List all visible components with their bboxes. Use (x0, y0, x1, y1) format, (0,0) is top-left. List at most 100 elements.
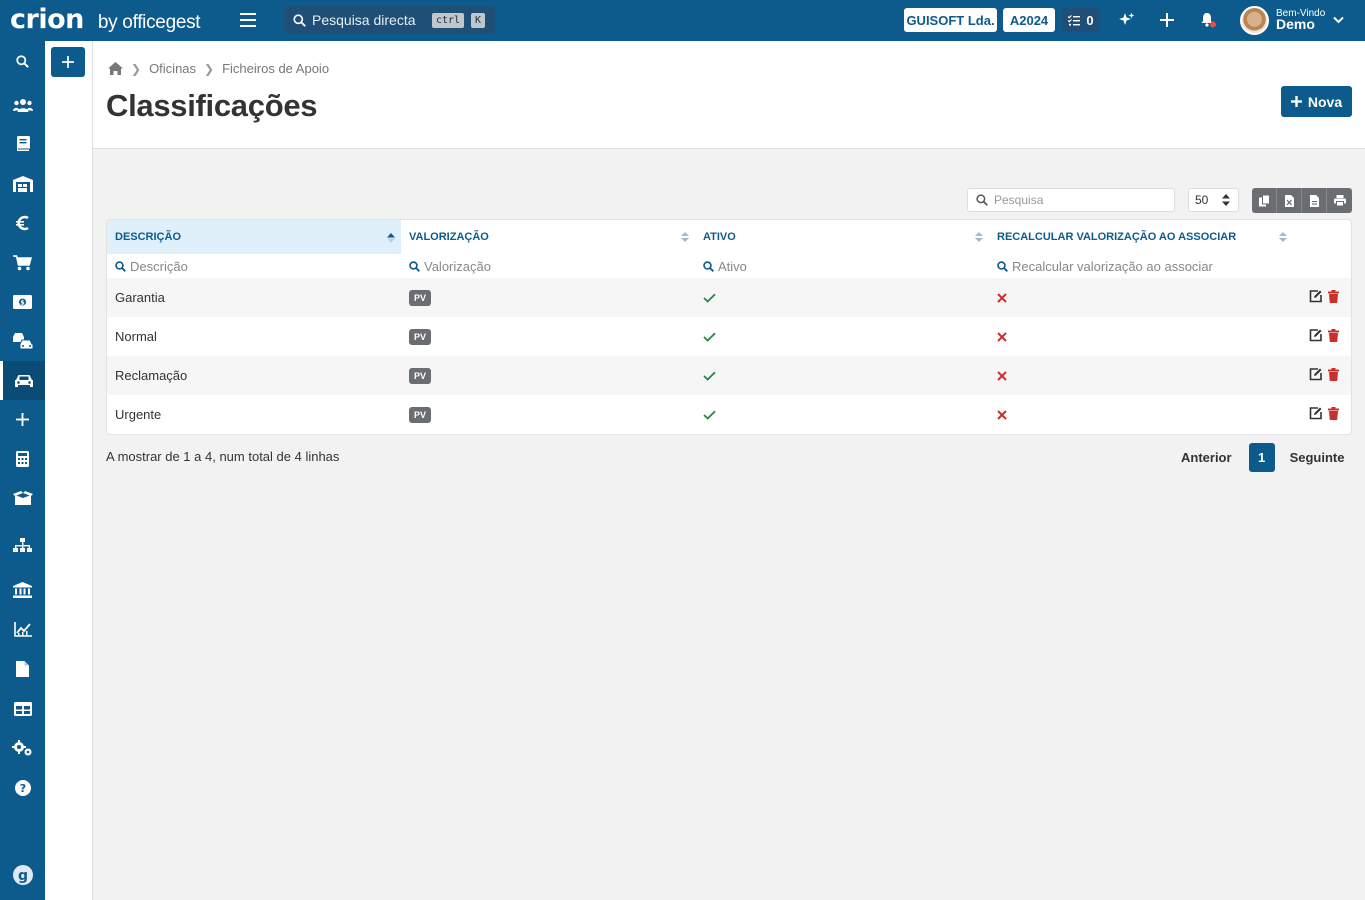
global-search-input[interactable]: Pesquisa directa ctrl K (284, 6, 495, 34)
column-header-valorizacao[interactable]: VALORIZAÇÃO (401, 220, 695, 254)
plus-icon (16, 413, 29, 426)
sidebar-item-workshops[interactable] (0, 361, 45, 400)
cell-recalcular (989, 317, 1007, 356)
sitemap-icon (13, 538, 32, 552)
bell-icon[interactable] (1198, 10, 1218, 30)
sidebar-item-bank[interactable] (0, 570, 45, 609)
sort-arrows-icon (681, 232, 689, 242)
cell-valorizacao: PV (401, 395, 432, 434)
print-button[interactable] (1327, 188, 1352, 213)
search-icon (293, 13, 306, 27)
plus-icon[interactable] (1157, 10, 1177, 30)
row-actions (1309, 329, 1339, 342)
cell-recalcular (989, 278, 1007, 317)
row-actions (1309, 368, 1339, 381)
csv-button[interactable] (1302, 188, 1327, 213)
user-menu[interactable]: Bem-Vindo Demo (1276, 8, 1325, 32)
sidebar-item-settings[interactable] (0, 728, 45, 767)
svg-text:g: g (17, 868, 27, 884)
menu-toggle-icon[interactable] (240, 13, 256, 27)
edit-icon[interactable] (1309, 368, 1322, 381)
filter-placeholder: Ativo (718, 258, 747, 274)
cell-ativo (695, 356, 716, 395)
page-size-select[interactable]: 50 (1188, 188, 1239, 212)
top-bar: crion by officegest Pesquisa directa ctr… (0, 0, 1365, 41)
table-row[interactable]: Garantia PV (107, 278, 1351, 317)
sidebar-item-users[interactable] (0, 85, 45, 124)
sidebar-item-sitemap[interactable] (0, 526, 45, 565)
table-search-input[interactable]: Pesquisa (967, 188, 1175, 212)
sidebar-item-tables[interactable] (0, 689, 45, 728)
sort-arrows-icon (1222, 194, 1230, 206)
sidebar-item-calculator[interactable] (0, 439, 45, 478)
breadcrumb: ❯ Oficinas ❯ Ficheiros de Apoio (108, 61, 329, 76)
sidebar-item-book[interactable] (0, 124, 45, 163)
sidebar-item-money[interactable]: $ (0, 282, 45, 321)
year-selector[interactable]: A2024 (1003, 8, 1055, 32)
filter-valorizacao-input[interactable]: Valorização (401, 254, 695, 278)
filter-recalcular-input[interactable]: Recalcular valorização ao associar (989, 254, 1293, 278)
sidebar-item-documents[interactable] (0, 649, 45, 688)
sidebar-item-reports[interactable] (0, 610, 45, 649)
new-button[interactable]: Nova (1281, 86, 1352, 117)
filter-descricao-input[interactable]: Descrição (107, 254, 401, 278)
chevron-right-icon: ❯ (204, 61, 215, 76)
bank-icon (13, 581, 32, 598)
sidebar-item-box[interactable] (0, 479, 45, 518)
trash-icon[interactable] (1328, 329, 1339, 342)
trash-icon[interactable] (1328, 407, 1339, 420)
page-size-value: 50 (1195, 193, 1209, 207)
filter-placeholder: Descrição (130, 258, 188, 274)
table-row[interactable]: Normal PV (107, 317, 1351, 356)
trash-icon[interactable] (1328, 290, 1339, 303)
edit-icon[interactable] (1309, 329, 1322, 342)
cell-recalcular (989, 395, 1007, 434)
column-header-descricao[interactable]: DESCRIÇÃO (107, 220, 401, 254)
edit-icon[interactable] (1309, 290, 1322, 303)
sidebar-item-cart[interactable] (0, 243, 45, 282)
excel-button[interactable] (1277, 188, 1302, 213)
app-logo[interactable]: crion by officegest (10, 4, 201, 35)
cross-icon (997, 409, 1007, 420)
company-selector[interactable]: GUISOFT Lda. (904, 8, 997, 32)
copy-button[interactable] (1252, 188, 1277, 213)
valorizacao-badge: PV (409, 406, 432, 423)
sidebar-item-help[interactable]: ? (0, 768, 45, 807)
cell-ativo (695, 278, 716, 317)
tasks-count: 0 (1086, 12, 1094, 28)
cell-recalcular (989, 356, 1007, 395)
avatar[interactable] (1240, 6, 1269, 35)
breadcrumb-item[interactable]: Ficheiros de Apoio (222, 61, 329, 76)
column-header-ativo[interactable]: ATIVO (695, 220, 989, 254)
page-button-current[interactable]: 1 (1248, 443, 1275, 472)
quick-add-button[interactable] (51, 47, 85, 77)
svg-text:?: ? (19, 782, 25, 795)
sidebar-item-warehouse[interactable] (0, 164, 45, 203)
sidebar-item-officegest[interactable]: g (0, 855, 45, 894)
sidebar-item-cars[interactable] (0, 321, 45, 360)
users-icon (12, 98, 33, 112)
next-page-button[interactable]: Seguinte (1290, 450, 1345, 465)
table-row[interactable]: Urgente PV (107, 395, 1351, 434)
sidebar-item-finance[interactable] (0, 203, 45, 242)
home-icon[interactable] (108, 62, 123, 75)
sidebar: $ ? g (0, 41, 45, 900)
shortcut-key: K (471, 13, 486, 28)
filter-placeholder: Recalcular valorização ao associar (1012, 258, 1213, 274)
column-header-recalcular[interactable]: RECALCULAR VALORIZAÇÃO AO ASSOCIAR (989, 220, 1293, 254)
sidebar-item-plus[interactable] (0, 400, 45, 439)
chevron-down-icon[interactable] (1328, 10, 1348, 30)
edit-icon[interactable] (1309, 407, 1322, 420)
table-row[interactable]: Reclamação PV (107, 356, 1351, 395)
cross-icon (997, 370, 1007, 381)
user-name: Demo (1276, 16, 1315, 32)
sidebar-item-search[interactable] (0, 42, 45, 81)
previous-page-button[interactable]: Anterior (1181, 450, 1232, 465)
sort-arrows-icon (1279, 232, 1287, 242)
cell-valorizacao: PV (401, 356, 432, 395)
tasks-button[interactable]: 0 (1062, 8, 1100, 32)
trash-icon[interactable] (1328, 368, 1339, 381)
filter-ativo-input[interactable]: Ativo (695, 254, 989, 278)
breadcrumb-item[interactable]: Oficinas (149, 61, 196, 76)
sparkle-icon[interactable] (1117, 10, 1137, 30)
